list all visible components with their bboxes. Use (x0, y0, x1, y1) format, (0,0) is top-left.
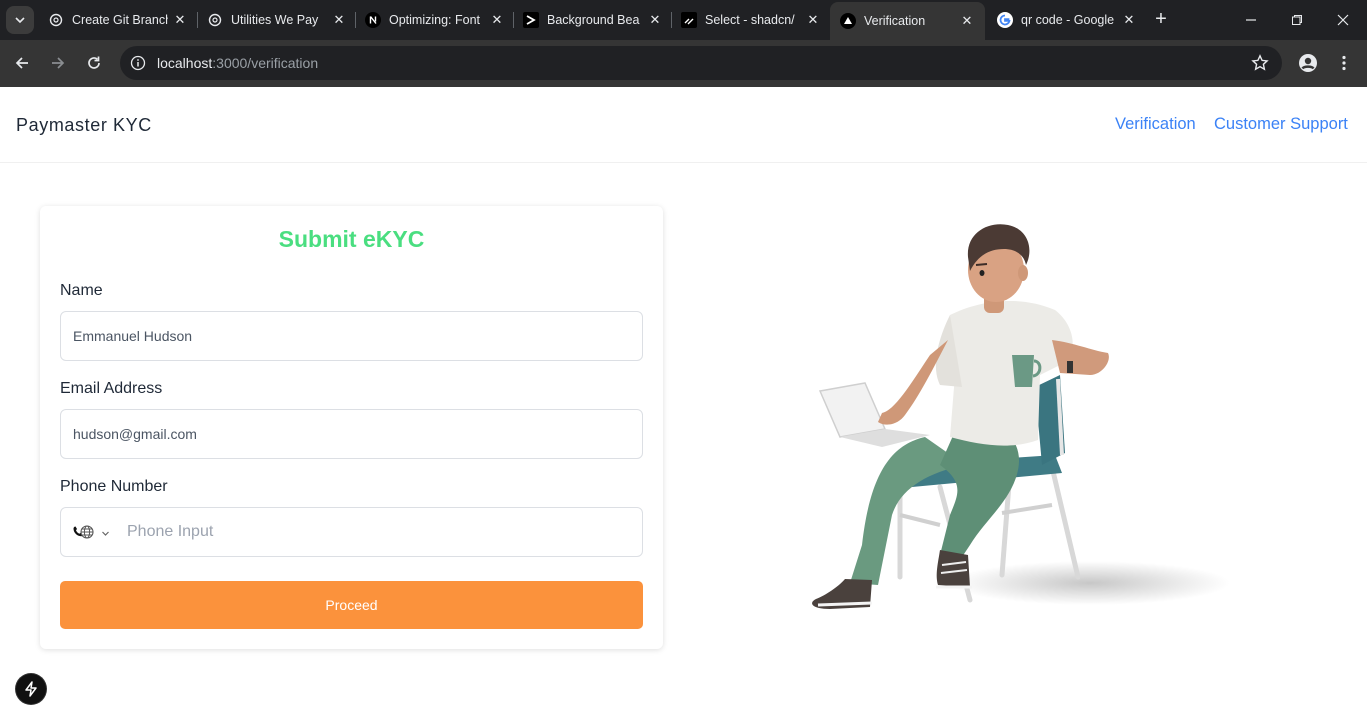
reload-icon[interactable] (80, 49, 108, 77)
globe-phone-icon (73, 525, 94, 539)
tab-title: Background Bea (547, 13, 640, 27)
browser-tab[interactable]: Select - shadcn/ ✕ (681, 6, 821, 34)
tab-divider (671, 12, 672, 28)
browser-toolbar: localhost:3000/verification (0, 40, 1367, 87)
browser-tab-active[interactable]: Verification ✕ (830, 2, 985, 40)
phone-input[interactable] (127, 508, 637, 556)
openai-icon (48, 12, 64, 28)
browser-tab[interactable]: Utilities We Pay ✕ (207, 6, 347, 34)
tab-title: Select - shadcn/ (705, 13, 795, 27)
phone-field (60, 507, 643, 557)
tab-divider (197, 12, 198, 28)
brand-logo-text[interactable]: Paymaster KYC (16, 115, 152, 136)
openai-icon (207, 12, 223, 28)
forward-arrow-icon[interactable] (44, 49, 72, 77)
tab-title: Verification (864, 14, 926, 28)
name-label: Name (60, 282, 103, 299)
back-arrow-icon[interactable] (8, 49, 36, 77)
tab-close-icon[interactable]: ✕ (1121, 12, 1137, 28)
kebab-menu-icon[interactable] (1330, 49, 1358, 77)
tab-close-icon[interactable]: ✕ (172, 12, 188, 28)
lightning-bolt-icon (25, 681, 37, 697)
tab-title: Utilities We Pay (231, 13, 319, 27)
google-icon (997, 12, 1013, 28)
browser-tab-strip: Create Git Branch ✕ Utilities We Pay ✕ O… (0, 0, 1367, 40)
url-host: localhost (157, 55, 213, 71)
phone-label: Phone Number (60, 478, 168, 495)
chevron-down-icon (102, 531, 109, 536)
tab-close-icon[interactable]: ✕ (647, 12, 663, 28)
tab-title: qr code - Google (1021, 13, 1115, 27)
restore-icon[interactable] (1275, 6, 1319, 34)
tab-close-icon[interactable]: ✕ (959, 13, 975, 29)
tab-divider (513, 12, 514, 28)
close-window-icon[interactable] (1321, 6, 1365, 34)
person-with-laptop-illustration (812, 224, 1230, 609)
chevron-down-icon (15, 17, 25, 24)
tab-title: Create Git Branch (72, 13, 168, 27)
nextjs-dev-badge[interactable] (16, 674, 46, 704)
name-input[interactable] (60, 311, 643, 361)
country-select-button[interactable] (71, 522, 113, 544)
url-text: localhost:3000/verification (157, 55, 318, 71)
bookmark-star-icon[interactable] (1250, 53, 1270, 73)
tab-title: Optimizing: Font (389, 13, 481, 27)
tab-divider (355, 12, 356, 28)
minimize-icon[interactable] (1229, 6, 1273, 34)
new-tab-plus-icon[interactable]: + (1150, 8, 1172, 30)
shadcn-icon (681, 12, 697, 28)
proceed-button[interactable]: Proceed (60, 581, 643, 629)
site-header: Paymaster KYC Verification Customer Supp… (0, 87, 1367, 163)
ekyc-form-card: Submit eKYC Name Email Address Phone Num… (40, 206, 663, 649)
nav-link-verification[interactable]: Verification (1115, 115, 1196, 134)
browser-tab[interactable]: Background Bea ✕ (523, 6, 663, 34)
email-label: Email Address (60, 380, 163, 397)
vercel-triangle-icon (840, 13, 856, 29)
aceternity-icon (523, 12, 539, 28)
email-input[interactable] (60, 409, 643, 459)
site-info-icon[interactable] (128, 53, 148, 73)
tab-search-button[interactable] (6, 6, 34, 34)
nextjs-icon (365, 12, 381, 28)
browser-tab[interactable]: Create Git Branch ✕ (48, 6, 188, 34)
url-path: :3000/verification (212, 55, 319, 71)
profile-icon[interactable] (1294, 49, 1322, 77)
browser-tab[interactable]: qr code - Google ✕ (997, 6, 1137, 34)
browser-tab[interactable]: Optimizing: Font ✕ (365, 6, 505, 34)
tab-close-icon[interactable]: ✕ (331, 12, 347, 28)
address-bar[interactable]: localhost:3000/verification (120, 46, 1282, 80)
tab-close-icon[interactable]: ✕ (805, 12, 821, 28)
form-title: Submit eKYC (278, 226, 425, 252)
nav-link-customer-support[interactable]: Customer Support (1214, 115, 1348, 134)
tab-close-icon[interactable]: ✕ (489, 12, 505, 28)
